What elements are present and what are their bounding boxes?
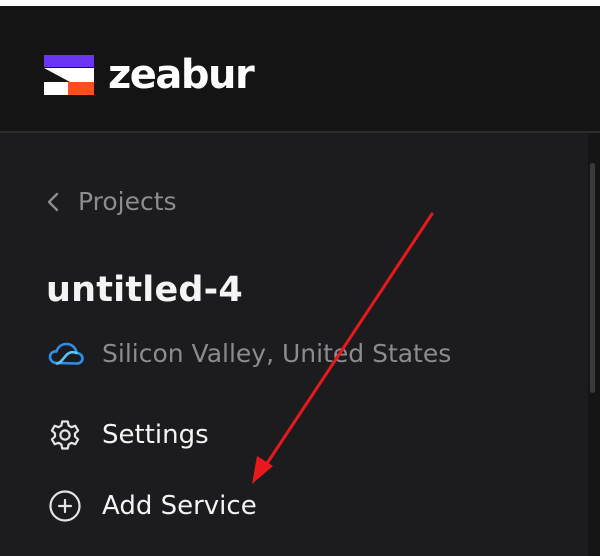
project-region: Silicon Valley, United States [48,338,451,370]
plus-circle-icon [49,490,81,522]
zeabur-logo-icon [44,55,94,95]
app-window: zeabur Projects untitled-4 Silicon Valle… [0,0,600,556]
top-bar: zeabur [0,6,600,131]
brand-logo[interactable]: zeabur [44,52,255,98]
back-link-label: Projects [78,187,177,216]
brand-name: zeabur [108,52,255,98]
sidebar-item-add-service[interactable]: Add Service [48,489,257,523]
sidebar-item-label: Settings [102,420,209,450]
back-to-projects-link[interactable]: Projects [44,186,177,218]
gear-icon [50,420,80,450]
scrollbar[interactable] [590,163,595,393]
chevron-left-icon [47,192,59,212]
sidebar-item-label: Add Service [102,491,257,521]
project-name: untitled-4 [46,270,243,310]
sidebar-item-settings[interactable]: Settings [48,418,209,452]
cloud-icon [48,342,84,365]
region-label: Silicon Valley, United States [102,339,452,368]
